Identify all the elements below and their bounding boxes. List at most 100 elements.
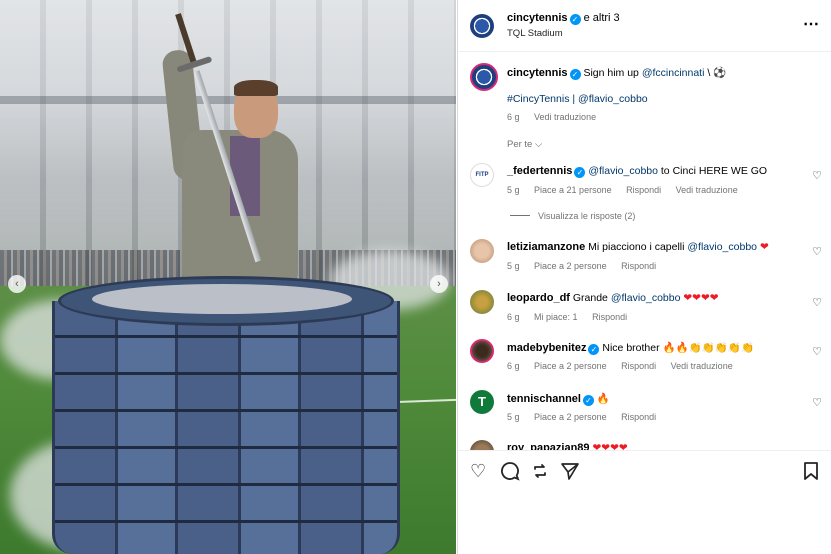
commenter-username[interactable]: roy_papazian89 <box>507 442 590 450</box>
comment-age: 6 g <box>507 361 520 371</box>
comment-item: roy_papazian89 ❤❤❤❤ <box>458 440 831 450</box>
caption-separator: | <box>572 93 576 105</box>
caption-age: 6 g <box>507 112 520 122</box>
comment-text: _federtennis ✓ @flavio_cobbo to Cinci HER… <box>507 165 807 178</box>
comment-meta: 6 g Mi piace: 1 Rispondi <box>507 312 639 322</box>
comment-likes[interactable]: Piace a 2 persone <box>534 361 607 371</box>
verified-icon: ✓ <box>574 167 586 178</box>
comment-meta: 6 g Piace a 2 persone Rispondi Vedi trad… <box>507 361 745 371</box>
verified-icon: ✓ <box>588 344 600 355</box>
commenter-avatar[interactable] <box>470 239 494 263</box>
like-comment-icon[interactable]: ♡ <box>812 396 822 409</box>
comment-mention[interactable]: @flavio_cobbo <box>687 241 757 253</box>
save-icon[interactable] <box>802 461 820 486</box>
reply-button[interactable]: Rispondi <box>621 261 656 271</box>
coauthors-link[interactable]: e altri 3 <box>584 12 620 24</box>
comment-age: 5 g <box>507 185 520 195</box>
caption-tags: #CincyTennis | @flavio_cobbo <box>507 93 648 105</box>
action-bar: ♡ <box>458 450 831 490</box>
like-comment-icon[interactable]: ♡ <box>812 296 822 309</box>
person <box>161 40 298 280</box>
verified-icon: ✓ <box>569 14 581 25</box>
author-username[interactable]: cincytennis <box>507 12 568 24</box>
hair <box>234 80 278 96</box>
caption-mention[interactable]: @fccincinnati <box>642 67 705 79</box>
caption-hashtag[interactable]: #CincyTennis <box>507 93 569 105</box>
comments-scroll[interactable]: cincytennis ✓ Sign him up @fccincinnati \… <box>458 53 831 450</box>
more-icon[interactable]: ⋯ <box>803 14 820 34</box>
commenter-avatar[interactable]: T <box>470 390 494 414</box>
comment-item: FITP _federtennis ✓ @flavio_cobbo to Cinc… <box>458 163 831 223</box>
comment-age: 5 g <box>507 412 520 422</box>
verified-icon: ✓ <box>569 69 581 80</box>
comment-text: tennischannel ✓ 🔥 <box>507 392 807 406</box>
comment-age: 5 g <box>507 261 520 271</box>
comment-likes[interactable]: Piace a 2 persone <box>534 412 607 422</box>
commenter-avatar[interactable]: FITP <box>470 163 494 187</box>
post-header: cincytennis ✓ e altri 3 TQL Stadium ⋯ <box>458 0 831 52</box>
comment-meta: 5 g Piace a 2 persone Rispondi <box>507 412 668 422</box>
chevron-down-icon: ⌵ <box>535 139 543 150</box>
reply-button[interactable]: Rispondi <box>621 412 656 422</box>
comment-mention[interactable]: @flavio_cobbo <box>611 292 681 304</box>
comment-emoji: ❤ <box>759 241 769 253</box>
comment-body: to Cinci HERE WE GO <box>660 165 768 177</box>
well-smoke <box>92 284 352 314</box>
like-comment-icon[interactable]: ♡ <box>812 245 822 258</box>
translate-button[interactable]: Vedi traduzione <box>676 185 738 195</box>
comment-text: madebybenitez ✓ Nice brother 🔥🔥👏👏👏👏👏 <box>507 341 807 355</box>
caption-body: Sign him up <box>583 67 639 79</box>
commenter-avatar[interactable] <box>470 440 494 450</box>
previous-photo-button[interactable]: ‹ <box>8 275 26 293</box>
comment-body: Mi piacciono i capelli <box>588 241 685 253</box>
comment-meta: 5 g Piace a 21 persone Rispondi Vedi tra… <box>507 185 750 195</box>
sort-dropdown[interactable]: Per te ⌵ <box>507 139 542 150</box>
commenter-username[interactable]: tennischannel <box>507 393 581 405</box>
reply-button[interactable]: Rispondi <box>621 361 656 371</box>
translate-button[interactable]: Vedi traduzione <box>671 361 733 371</box>
comment-meta: 5 g Piace a 2 persone Rispondi <box>507 261 668 271</box>
author-avatar[interactable] <box>470 14 494 38</box>
comment-item: letiziamanzone Mi piacciono i capelli @f… <box>458 239 831 279</box>
caption-translate[interactable]: Vedi traduzione <box>534 112 596 122</box>
like-comment-icon[interactable]: ♡ <box>812 169 822 182</box>
commenter-avatar[interactable] <box>470 339 494 363</box>
caption-avatar[interactable] <box>470 63 498 91</box>
commenter-username[interactable]: letiziamanzone <box>507 241 585 253</box>
comment-likes[interactable]: Piace a 21 persone <box>534 185 612 195</box>
commenter-username[interactable]: madebybenitez <box>507 342 586 354</box>
comment-text: roy_papazian89 ❤❤❤❤ <box>507 442 807 450</box>
commenter-username[interactable]: leopardo_df <box>507 292 570 304</box>
comment-mention[interactable]: @flavio_cobbo <box>588 165 658 177</box>
caption-username[interactable]: cincytennis <box>507 67 568 79</box>
repost-icon[interactable] <box>530 461 550 486</box>
reply-line <box>510 215 530 216</box>
reply-button[interactable]: Rispondi <box>626 185 661 195</box>
comment-emoji: ❤❤❤❤ <box>683 292 719 304</box>
next-photo-button[interactable]: › <box>430 275 448 293</box>
reply-button[interactable]: Rispondi <box>592 312 627 322</box>
stone-well <box>52 276 400 554</box>
comment-item: leopardo_df Grande @flavio_cobbo ❤❤❤❤ 6 … <box>458 290 831 330</box>
caption-mention-2[interactable]: @flavio_cobbo <box>578 93 648 105</box>
comment-likes[interactable]: Piace a 2 persone <box>534 261 607 271</box>
caption-meta: 6 g Vedi traduzione <box>507 112 608 122</box>
like-icon[interactable]: ♡ <box>470 461 486 482</box>
comment-text: leopardo_df Grande @flavio_cobbo ❤❤❤❤ <box>507 292 807 304</box>
share-icon[interactable] <box>560 461 580 486</box>
caption-suffix: \ ⚽ <box>707 67 727 79</box>
comment-age: 6 g <box>507 312 520 322</box>
like-comment-icon[interactable]: ♡ <box>812 345 822 358</box>
comment-icon[interactable] <box>500 461 520 486</box>
comment-body: Grande <box>572 292 608 304</box>
view-replies-button[interactable]: Visualizza le risposte (2) <box>510 211 635 221</box>
post-details-panel: cincytennis ✓ e altri 3 TQL Stadium ⋯ cin… <box>457 0 831 554</box>
commenter-username[interactable]: _federtennis <box>507 165 572 177</box>
comment-body: Nice brother 🔥🔥👏👏👏👏👏 <box>602 342 755 354</box>
commenter-avatar[interactable] <box>470 290 494 314</box>
well-wall <box>52 301 400 554</box>
post-photo[interactable]: ‹ › <box>0 0 456 554</box>
comment-likes[interactable]: Mi piace: 1 <box>534 312 578 322</box>
comment-text: letiziamanzone Mi piacciono i capelli @f… <box>507 241 807 253</box>
location-link[interactable]: TQL Stadium <box>507 28 563 39</box>
